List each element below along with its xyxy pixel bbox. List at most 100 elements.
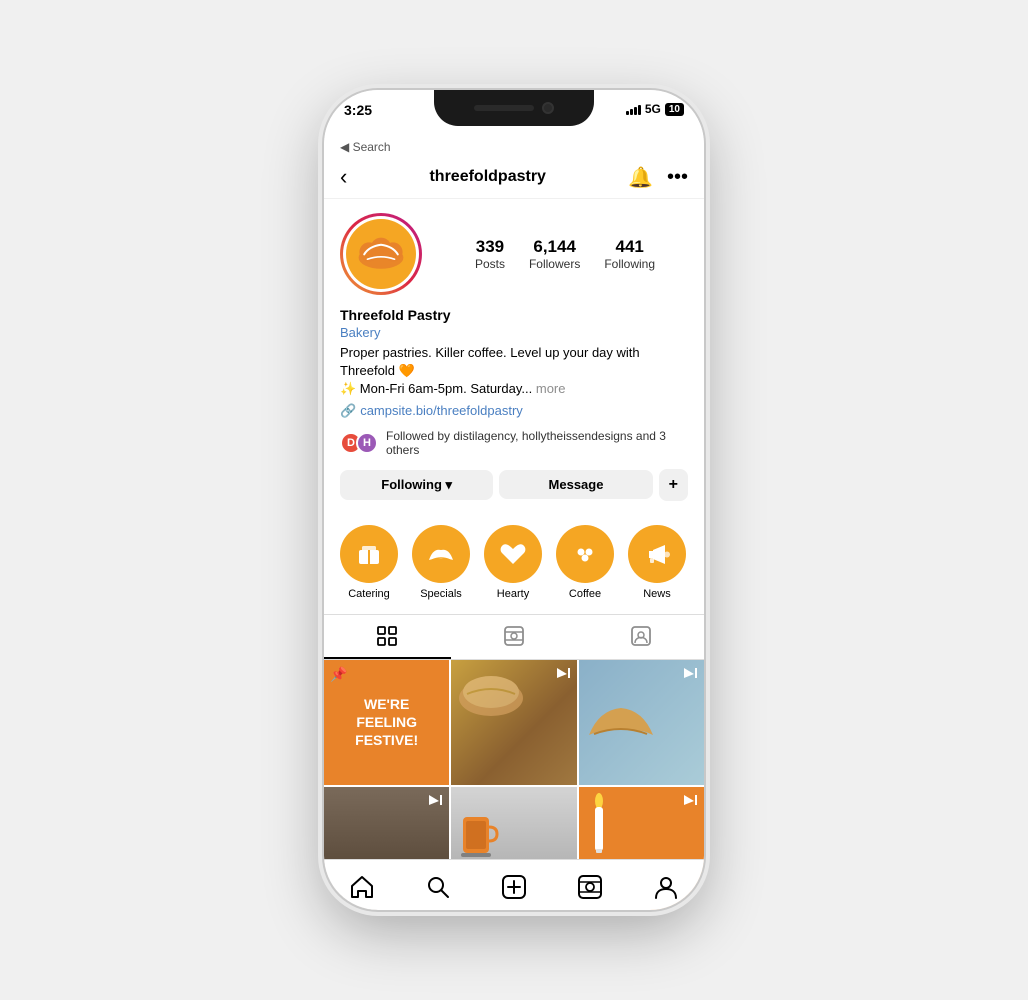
specials-icon bbox=[425, 538, 457, 570]
nav-add[interactable] bbox=[494, 870, 534, 904]
followers-label: Followers bbox=[529, 257, 580, 271]
highlight-label-catering: Catering bbox=[348, 588, 390, 600]
network-type: 5G bbox=[645, 102, 661, 116]
highlight-news[interactable]: News bbox=[628, 525, 686, 600]
highlight-label-hearty: Hearty bbox=[497, 588, 529, 600]
add-person-button[interactable]: + bbox=[659, 469, 688, 501]
video-icon-6 bbox=[682, 793, 698, 812]
coffee-icon bbox=[569, 538, 601, 570]
stat-following[interactable]: 441 Following bbox=[604, 237, 655, 271]
video-icon-2 bbox=[555, 666, 571, 685]
following-label: Following bbox=[604, 257, 655, 271]
highlight-hearty[interactable]: Hearty bbox=[484, 525, 542, 600]
croissant-visual bbox=[579, 680, 664, 750]
phone-frame: 3:25 5G 10 ◀ Search bbox=[324, 90, 704, 910]
highlight-circle-coffee bbox=[556, 525, 614, 583]
add-post-icon bbox=[501, 874, 527, 900]
profile-header: ‹ threefoldpastry 🔔 ••• bbox=[324, 158, 704, 199]
highlight-label-coffee: Coffee bbox=[569, 588, 601, 600]
video-play-icon-2 bbox=[682, 666, 698, 682]
highlight-coffee[interactable]: Coffee bbox=[556, 525, 614, 600]
content-tab-bar bbox=[324, 614, 704, 660]
profile-nav-icon bbox=[653, 874, 679, 900]
news-icon bbox=[641, 538, 673, 570]
profile-link[interactable]: 🔗 campsite.bio/threefoldpastry bbox=[340, 403, 688, 419]
add-icon: + bbox=[669, 476, 678, 493]
hearty-icon bbox=[497, 538, 529, 570]
highlight-catering[interactable]: Catering bbox=[340, 525, 398, 600]
candle-visual bbox=[579, 787, 619, 867]
search-nav-icon bbox=[425, 874, 451, 900]
nav-search[interactable] bbox=[418, 870, 458, 904]
nav-reels[interactable] bbox=[570, 870, 610, 904]
avatar-ring bbox=[340, 213, 422, 295]
status-time: 3:25 bbox=[344, 102, 372, 118]
profile-username: threefoldpastry bbox=[429, 168, 545, 186]
highlight-label-news: News bbox=[643, 588, 671, 600]
profile-section: 339 Posts 6,144 Followers 441 Following bbox=[324, 199, 704, 525]
tagged-view-icon bbox=[630, 625, 652, 647]
avatar-logo-icon bbox=[353, 232, 409, 276]
back-search-label: ◀ Search bbox=[340, 140, 391, 154]
profile-bio: Proper pastries. Killer coffee. Level up… bbox=[340, 344, 688, 399]
notification-bell-icon[interactable]: 🔔 bbox=[628, 165, 653, 190]
bread-visual bbox=[451, 660, 531, 720]
tab-reels[interactable] bbox=[451, 615, 578, 659]
notch-speaker bbox=[474, 105, 534, 111]
followed-avatars: D H bbox=[340, 432, 378, 454]
tab-grid[interactable] bbox=[324, 615, 451, 659]
message-button[interactable]: Message bbox=[499, 470, 652, 499]
profile-top: 339 Posts 6,144 Followers 441 Following bbox=[340, 213, 688, 295]
highlight-circle-catering bbox=[340, 525, 398, 583]
back-button[interactable]: ‹ bbox=[340, 164, 347, 190]
bio-line1: Proper pastries. Killer coffee. Level up… bbox=[340, 345, 640, 360]
video-icon-3 bbox=[682, 666, 698, 685]
screen-content[interactable]: ◀ Search ‹ threefoldpastry 🔔 ••• bbox=[324, 138, 704, 910]
highlight-circle-news bbox=[628, 525, 686, 583]
grid-post-3[interactable] bbox=[579, 660, 704, 785]
search-back-bar: ◀ Search bbox=[324, 138, 704, 158]
grid-post-2[interactable] bbox=[451, 660, 576, 785]
pin-icon: 📌 bbox=[330, 666, 347, 683]
reel-view-icon bbox=[503, 625, 525, 647]
bottom-nav bbox=[324, 859, 704, 910]
stat-posts[interactable]: 339 Posts bbox=[475, 237, 505, 271]
follower-avatar-2: H bbox=[356, 432, 378, 454]
tab-tagged[interactable] bbox=[577, 615, 704, 659]
nav-profile[interactable] bbox=[646, 870, 686, 904]
reels-nav-icon bbox=[577, 874, 603, 900]
bio-more[interactable]: more bbox=[536, 381, 566, 396]
avatar-inner bbox=[343, 216, 419, 292]
following-button[interactable]: Following ▾ bbox=[340, 470, 493, 500]
bio-line2: Threefold 🧡 bbox=[340, 363, 415, 378]
following-label: Following ▾ bbox=[381, 477, 452, 493]
link-text: campsite.bio/threefoldpastry bbox=[360, 403, 523, 418]
avatar[interactable] bbox=[346, 219, 416, 289]
action-buttons: Following ▾ Message + bbox=[340, 469, 688, 501]
followed-by: D H Followed by distilagency, hollytheis… bbox=[340, 429, 688, 457]
video-play-icon-3 bbox=[427, 793, 443, 809]
highlights-row: Catering Specials bbox=[324, 525, 704, 614]
highlight-circle-specials bbox=[412, 525, 470, 583]
profile-name: Threefold Pastry bbox=[340, 307, 688, 323]
stat-followers[interactable]: 6,144 Followers bbox=[529, 237, 580, 271]
video-play-icon bbox=[555, 666, 571, 682]
grid-post-1[interactable]: WE'RE FEELINGFESTIVE! 📌 bbox=[324, 660, 449, 785]
profile-category[interactable]: Bakery bbox=[340, 325, 688, 340]
notch-camera bbox=[542, 102, 554, 114]
highlight-specials[interactable]: Specials bbox=[412, 525, 470, 600]
more-options-icon[interactable]: ••• bbox=[667, 166, 688, 189]
grid-view-icon bbox=[376, 625, 398, 647]
catering-icon bbox=[353, 538, 385, 570]
posts-label: Posts bbox=[475, 257, 505, 271]
battery-badge: 10 bbox=[665, 103, 684, 116]
phone-notch bbox=[434, 90, 594, 126]
status-right: 5G 10 bbox=[626, 102, 684, 116]
followed-by-text: Followed by distilagency, hollytheissend… bbox=[386, 429, 688, 457]
coffee-cup-visual bbox=[451, 797, 501, 867]
profile-stats: 339 Posts 6,144 Followers 441 Following bbox=[442, 237, 688, 271]
posts-count: 339 bbox=[475, 237, 505, 257]
nav-home[interactable] bbox=[342, 870, 382, 904]
header-icons: 🔔 ••• bbox=[628, 165, 688, 190]
home-icon bbox=[349, 874, 375, 900]
